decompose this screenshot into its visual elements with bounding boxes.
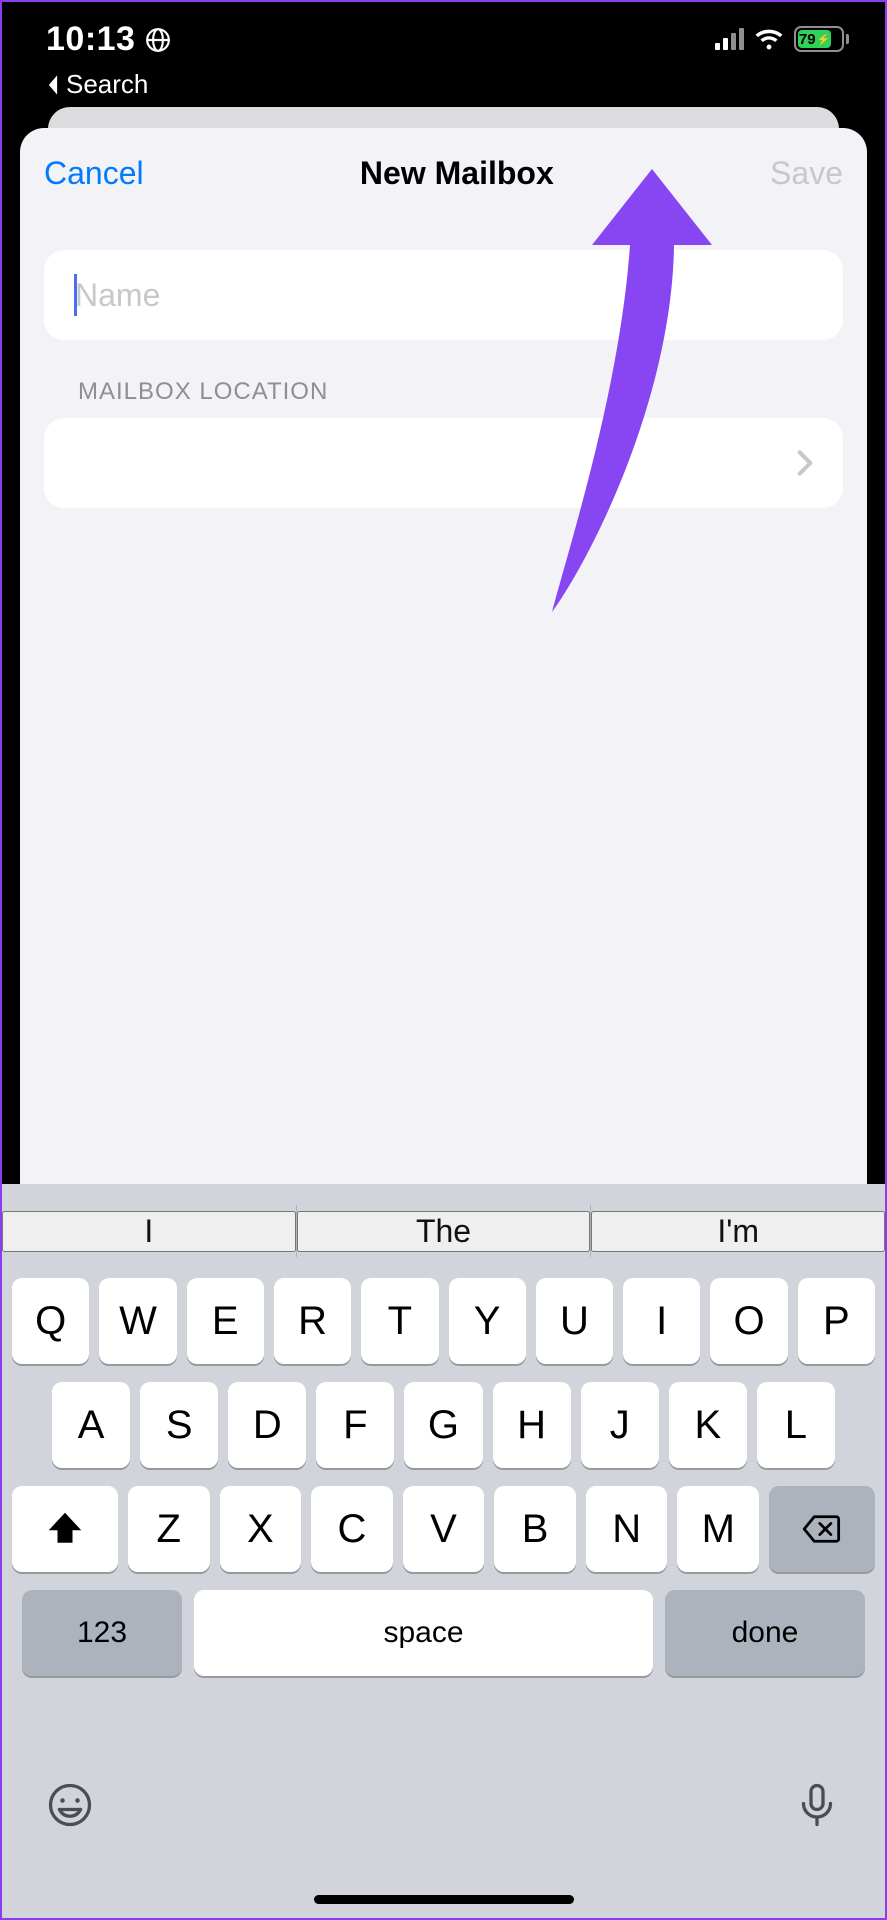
- save-button[interactable]: Save: [770, 155, 843, 192]
- home-indicator[interactable]: [314, 1895, 574, 1904]
- wifi-icon: [754, 28, 784, 50]
- status-time: 10:13: [46, 20, 135, 59]
- key-u[interactable]: U: [536, 1278, 613, 1364]
- keyboard: I The I'm Q W E R T Y U I O P A S D F G …: [2, 1184, 885, 1918]
- cellular-signal-icon: [715, 28, 744, 50]
- key-h[interactable]: H: [493, 1382, 571, 1468]
- globe-icon: [145, 27, 171, 53]
- key-s[interactable]: S: [140, 1382, 218, 1468]
- key-l[interactable]: L: [757, 1382, 835, 1468]
- backspace-key[interactable]: [769, 1486, 875, 1572]
- key-w[interactable]: W: [99, 1278, 176, 1364]
- key-q[interactable]: Q: [12, 1278, 89, 1364]
- key-g[interactable]: G: [404, 1382, 482, 1468]
- predictive-suggestion-0[interactable]: I: [2, 1211, 296, 1252]
- key-o[interactable]: O: [710, 1278, 787, 1364]
- sheet-title: New Mailbox: [360, 155, 554, 192]
- key-v[interactable]: V: [403, 1486, 485, 1572]
- mailbox-location-header: MAILBOX LOCATION: [78, 378, 843, 406]
- battery-percentage: 79: [799, 31, 816, 48]
- key-a[interactable]: A: [52, 1382, 130, 1468]
- done-key[interactable]: done: [665, 1590, 865, 1676]
- key-i[interactable]: I: [623, 1278, 700, 1364]
- key-c[interactable]: C: [311, 1486, 393, 1572]
- key-p[interactable]: P: [798, 1278, 875, 1364]
- key-b[interactable]: B: [494, 1486, 576, 1572]
- predictive-suggestion-1[interactable]: The: [297, 1211, 591, 1252]
- key-y[interactable]: Y: [449, 1278, 526, 1364]
- key-d[interactable]: D: [228, 1382, 306, 1468]
- key-j[interactable]: J: [581, 1382, 659, 1468]
- mailbox-name-input[interactable]: [75, 277, 813, 314]
- new-mailbox-sheet: Cancel New Mailbox Save MAILBOX LOCATION: [20, 128, 867, 1184]
- key-m[interactable]: M: [677, 1486, 759, 1572]
- breadcrumb-back[interactable]: Search: [46, 69, 171, 100]
- cancel-button[interactable]: Cancel: [44, 155, 144, 192]
- name-input-cell[interactable]: [44, 250, 843, 340]
- key-f[interactable]: F: [316, 1382, 394, 1468]
- dictation-key[interactable]: [793, 1781, 841, 1829]
- key-e[interactable]: E: [187, 1278, 264, 1364]
- mailbox-location-cell[interactable]: [44, 418, 843, 508]
- sheet-nav-bar: Cancel New Mailbox Save: [20, 128, 867, 218]
- battery-indicator: 79⚡: [794, 26, 849, 52]
- predictive-suggestion-2[interactable]: I'm: [591, 1211, 885, 1252]
- breadcrumb-back-label: Search: [66, 69, 148, 100]
- key-z[interactable]: Z: [128, 1486, 210, 1572]
- key-n[interactable]: N: [586, 1486, 668, 1572]
- chevron-right-icon: [797, 449, 813, 477]
- space-key[interactable]: space: [194, 1590, 653, 1676]
- key-k[interactable]: K: [669, 1382, 747, 1468]
- shift-key[interactable]: [12, 1486, 118, 1572]
- predictive-row: I The I'm: [2, 1184, 885, 1278]
- key-x[interactable]: X: [220, 1486, 302, 1572]
- emoji-key[interactable]: [46, 1781, 94, 1829]
- numbers-key[interactable]: 123: [22, 1590, 182, 1676]
- key-r[interactable]: R: [274, 1278, 351, 1364]
- status-bar: 10:13 Search: [2, 2, 885, 118]
- key-t[interactable]: T: [361, 1278, 438, 1364]
